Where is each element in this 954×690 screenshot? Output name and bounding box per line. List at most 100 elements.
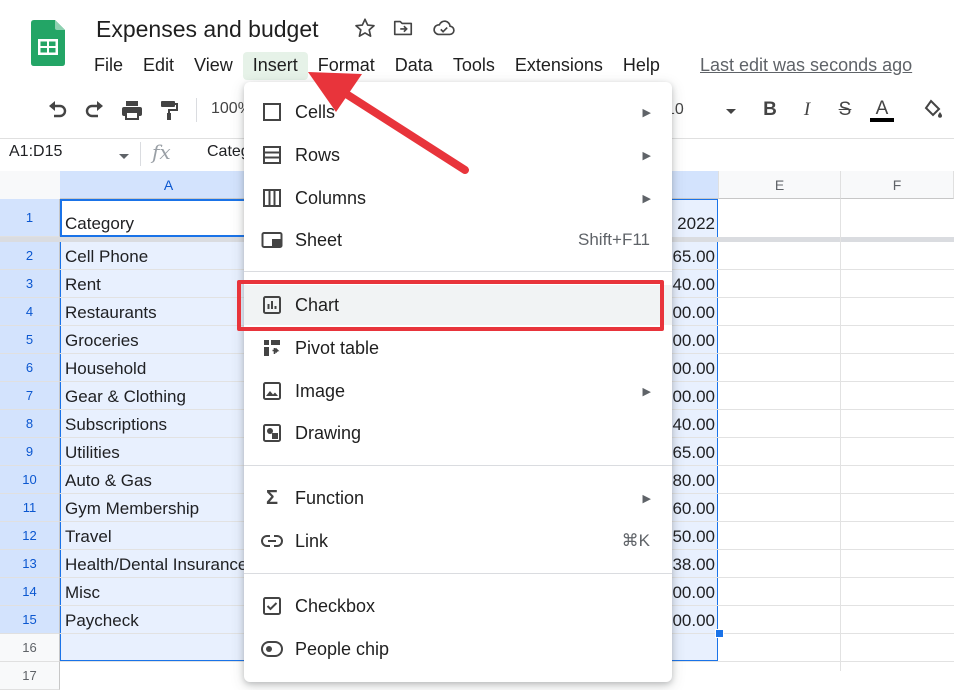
submenu-arrow-icon: ▶ (642, 385, 651, 398)
menu-insert[interactable]: Insert (242, 52, 308, 80)
cell-a[interactable]: Misc (65, 583, 245, 603)
cell-d[interactable]: 60.00 (672, 499, 715, 519)
menu-item-columns[interactable]: Columns ▶ (244, 178, 672, 218)
menu-item-people-chip[interactable]: People chip (244, 629, 672, 669)
cells-icon (261, 101, 283, 123)
cell-a[interactable]: Health/Dental Insurance (65, 555, 245, 575)
name-box-dropdown-icon[interactable] (117, 149, 131, 167)
row-header[interactable]: 11 (0, 494, 60, 522)
rows-icon (261, 144, 283, 166)
cell-d[interactable]: 40.00 (672, 275, 715, 295)
columns-icon (261, 187, 283, 209)
row-header[interactable]: 4 (0, 298, 60, 326)
fill-color-icon[interactable] (918, 95, 948, 125)
row-header[interactable]: 5 (0, 326, 60, 354)
star-icon[interactable] (354, 17, 376, 39)
cell-a[interactable]: Subscriptions (65, 415, 245, 435)
cell-a[interactable]: Cell Phone (65, 247, 245, 267)
red-arrow-annotation-icon (308, 72, 469, 174)
row-header[interactable]: 10 (0, 466, 60, 494)
move-to-folder-icon[interactable] (392, 17, 414, 39)
bold-icon[interactable]: B (755, 95, 785, 125)
cell-d[interactable]: 00.00 (672, 303, 715, 323)
last-edit-link[interactable]: Last edit was seconds ago (700, 55, 912, 76)
cell-d[interactable]: 65.00 (672, 443, 715, 463)
row-header[interactable]: 9 (0, 438, 60, 466)
cell-d[interactable]: 00.00 (672, 387, 715, 407)
menu-help[interactable]: Help (613, 52, 670, 80)
text-color-icon[interactable]: A (867, 95, 897, 125)
fx-icon: fx (152, 140, 171, 164)
cell-d[interactable]: 38.00 (672, 555, 715, 575)
submenu-arrow-icon: ▶ (642, 106, 651, 119)
column-header-f[interactable]: F (841, 171, 954, 199)
row-header[interactable]: 16 (0, 634, 60, 662)
row-header[interactable]: 12 (0, 522, 60, 550)
submenu-arrow-icon: ▶ (642, 149, 651, 162)
row-header[interactable]: 2 (0, 242, 60, 270)
submenu-arrow-icon: ▶ (642, 192, 651, 205)
menu-item-checkbox[interactable]: Checkbox (244, 586, 672, 626)
cell-d[interactable]: 00.00 (672, 331, 715, 351)
submenu-arrow-icon: ▶ (642, 492, 651, 505)
row-header[interactable]: 6 (0, 354, 60, 382)
menu-file[interactable]: File (84, 52, 133, 80)
cloud-saved-icon[interactable] (432, 17, 455, 39)
row-header[interactable]: 7 (0, 382, 60, 410)
cell-d[interactable]: 2022 (672, 214, 715, 234)
drawing-icon (261, 422, 283, 444)
italic-icon[interactable]: I (792, 95, 822, 125)
strikethrough-icon[interactable]: S (830, 95, 860, 125)
cell-d[interactable]: 00.00 (672, 583, 715, 603)
redo-icon[interactable] (80, 95, 110, 125)
menu-extensions[interactable]: Extensions (505, 52, 613, 80)
cell-d[interactable]: 80.00 (672, 471, 715, 491)
cell-a[interactable]: Groceries (65, 331, 245, 351)
menu-item-function[interactable]: Σ Function ▶ (244, 478, 672, 518)
cell-a[interactable]: Restaurants (65, 303, 245, 323)
print-icon[interactable] (117, 95, 147, 125)
svg-text:A: A (876, 98, 889, 119)
cell-a[interactable]: Gear & Clothing (65, 387, 245, 407)
cell-a[interactable]: Travel (65, 527, 245, 547)
row-header[interactable]: 17 (0, 662, 60, 690)
cell-a[interactable]: Household (65, 359, 245, 379)
cell-d[interactable]: 00.00 (672, 359, 715, 379)
column-header-e[interactable]: E (719, 171, 841, 199)
paint-format-icon[interactable] (154, 95, 184, 125)
cell-a[interactable]: Auto & Gas (65, 471, 245, 491)
menu-edit[interactable]: Edit (133, 52, 184, 80)
menu-item-sheet[interactable]: Sheet Shift+F11 (244, 220, 672, 260)
cell-d[interactable]: 00.00 (672, 611, 715, 631)
menu-item-drawing[interactable]: Drawing (244, 413, 672, 453)
pivot-table-icon (261, 337, 283, 359)
chart-highlight-annotation (237, 280, 664, 331)
menu-item-link[interactable]: Link ⌘K (244, 521, 672, 561)
cell-d[interactable]: 40.00 (672, 415, 715, 435)
row-header[interactable]: 13 (0, 550, 60, 578)
sheet-icon (261, 229, 283, 251)
sheets-logo-icon[interactable] (31, 20, 65, 66)
select-all-corner[interactable] (0, 171, 61, 200)
menu-item-pivot-table[interactable]: Pivot table (244, 328, 672, 368)
undo-icon[interactable] (42, 95, 72, 125)
cell-a[interactable]: Paycheck (65, 611, 245, 631)
font-size-dropdown-icon[interactable] (724, 104, 738, 122)
row-header[interactable]: 8 (0, 410, 60, 438)
row-header[interactable]: 3 (0, 270, 60, 298)
row-header[interactable]: 14 (0, 578, 60, 606)
cell-d[interactable]: 50.00 (672, 527, 715, 547)
name-box[interactable]: A1:D15 (9, 143, 62, 161)
fill-handle[interactable] (715, 629, 724, 638)
menu-view[interactable]: View (184, 52, 243, 80)
row-header[interactable]: 15 (0, 606, 60, 634)
link-icon (261, 530, 283, 552)
document-title[interactable]: Expenses and budget (96, 16, 319, 43)
row-header[interactable]: 1 (0, 199, 60, 237)
menu-item-image[interactable]: Image ▶ (244, 371, 672, 411)
cell-d[interactable]: 65.00 (672, 247, 715, 267)
cell-a1[interactable]: Category (65, 214, 245, 234)
cell-a[interactable]: Utilities (65, 443, 245, 463)
cell-a[interactable]: Rent (65, 275, 245, 295)
cell-a[interactable]: Gym Membership (65, 499, 245, 519)
